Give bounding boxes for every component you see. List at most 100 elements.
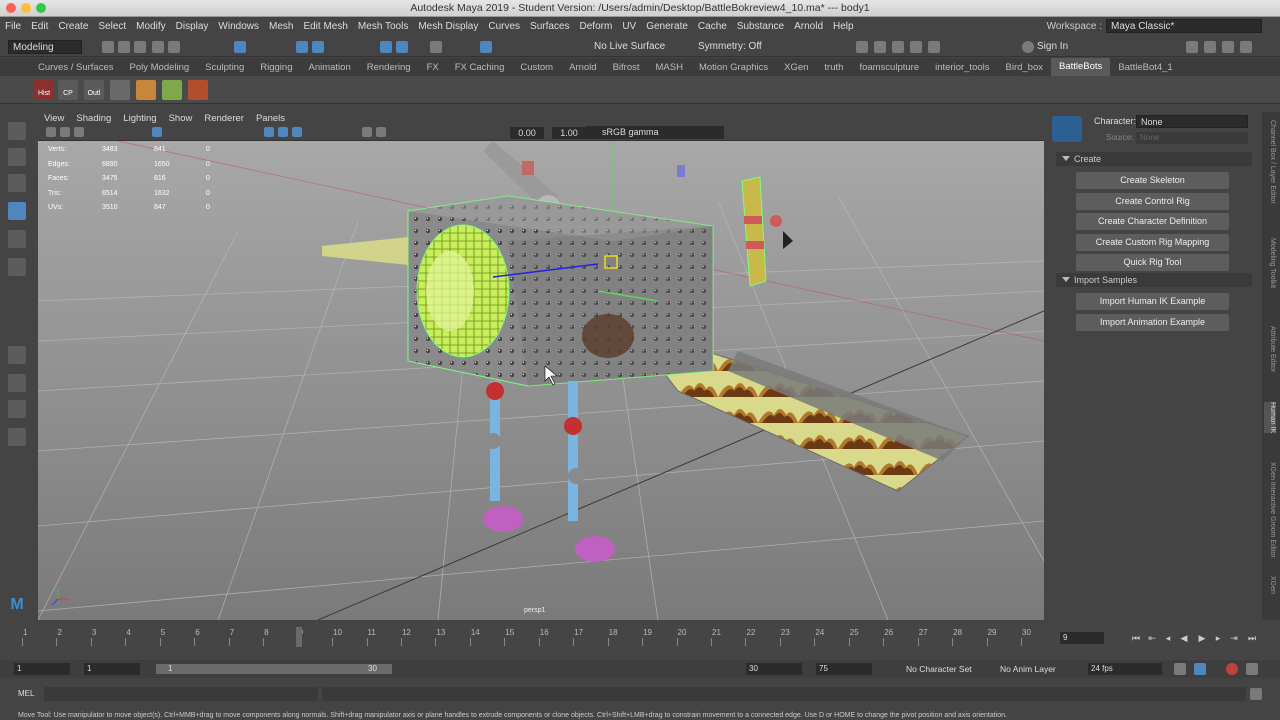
redo-icon[interactable] xyxy=(168,41,180,53)
component-shelf-icon[interactable]: CP xyxy=(58,80,78,100)
end-time-field[interactable]: 75 xyxy=(816,663,872,675)
history-shelf-icon[interactable]: Hist xyxy=(34,80,54,100)
shelf-tab-poly-modeling[interactable]: Poly Modeling xyxy=(122,62,198,73)
step-forward-frame-button[interactable]: ▸ xyxy=(1212,632,1224,644)
create-custom-rig-mapping-button[interactable]: Create Custom Rig Mapping xyxy=(1076,233,1229,251)
bookmark-icon[interactable] xyxy=(74,127,84,137)
tool-settings-icon[interactable] xyxy=(1240,41,1252,53)
symmetry-label[interactable]: Symmetry: Off xyxy=(698,41,762,52)
lasso-tool-icon[interactable] xyxy=(8,148,26,166)
section-header-create[interactable]: Create xyxy=(1056,152,1252,166)
layout-single-icon[interactable] xyxy=(8,346,26,364)
script-editor-icon[interactable] xyxy=(1250,688,1262,700)
save-scene-icon[interactable] xyxy=(134,41,146,53)
scale-tool-icon[interactable] xyxy=(8,258,26,276)
menu-uv[interactable]: UV xyxy=(617,21,641,32)
menu-generate[interactable]: Generate xyxy=(641,21,693,32)
shelf-tab-sculpting[interactable]: Sculpting xyxy=(197,62,252,73)
xray-icon[interactable] xyxy=(376,127,386,137)
viewport-menu-show[interactable]: Show xyxy=(169,112,193,125)
menu-edit[interactable]: Edit xyxy=(26,21,53,32)
exposure-field[interactable]: 0.00 xyxy=(510,127,544,139)
anim-layer-menu[interactable]: No Anim Layer xyxy=(1000,664,1056,674)
shelf-tab-rigging[interactable]: Rigging xyxy=(252,62,300,73)
go-to-end-button[interactable]: ⏭ xyxy=(1246,632,1258,644)
menu-file[interactable]: File xyxy=(0,21,26,32)
isolate-select-icon[interactable] xyxy=(362,127,372,137)
viewport-menu-renderer[interactable]: Renderer xyxy=(204,112,244,125)
play-backwards-button[interactable]: ◀ xyxy=(1178,632,1190,644)
character-set-menu[interactable]: No Character Set xyxy=(906,664,972,674)
menu-mesh[interactable]: Mesh xyxy=(264,21,298,32)
shelf-tab-custom[interactable]: Custom xyxy=(512,62,561,73)
quick-rig-tool-button[interactable]: Quick Rig Tool xyxy=(1076,254,1229,271)
shelf-tab-rendering[interactable]: Rendering xyxy=(359,62,419,73)
menu-modify[interactable]: Modify xyxy=(131,21,170,32)
make-live-icon[interactable] xyxy=(480,41,492,53)
go-to-start-button[interactable]: ⏮ xyxy=(1130,632,1142,644)
new-scene-icon[interactable] xyxy=(102,41,114,53)
menu-help[interactable]: Help xyxy=(828,21,859,32)
menu-mesh-tools[interactable]: Mesh Tools xyxy=(353,21,413,32)
menu-arnold[interactable]: Arnold xyxy=(789,21,828,32)
render-view-icon[interactable] xyxy=(856,41,868,53)
current-frame-field[interactable]: 9 xyxy=(1060,632,1104,644)
render-settings-icon[interactable] xyxy=(910,41,922,53)
channel-box-icon[interactable] xyxy=(1204,41,1216,53)
hand-shelf-icon[interactable] xyxy=(136,80,156,100)
playback-end-field[interactable]: 30 xyxy=(746,663,802,675)
current-time-marker[interactable] xyxy=(296,627,302,647)
create-character-definition-button[interactable]: Create Character Definition xyxy=(1076,213,1229,230)
live-surface-label[interactable]: No Live Surface xyxy=(594,41,665,52)
select-by-hierarchy-icon[interactable] xyxy=(234,41,246,53)
camera-select-icon[interactable] xyxy=(46,127,56,137)
fps-dropdown[interactable]: 24 fps xyxy=(1088,663,1162,675)
ipr-render-icon[interactable] xyxy=(892,41,904,53)
viewport[interactable]: Verts: 3483 841 0 Edges: 6890 1650 0 Faces: 3475 8… xyxy=(38,141,1044,620)
shelf-tab-bifrost[interactable]: Bifrost xyxy=(605,62,648,73)
outliner-layout-icon[interactable] xyxy=(8,428,26,446)
menu-surfaces[interactable]: Surfaces xyxy=(525,21,574,32)
shelf-tab-battlebot4-1[interactable]: BattleBot4_1 xyxy=(1110,62,1180,73)
side-tab-modeling-toolkit[interactable]: Modeling Toolkit xyxy=(1264,238,1276,288)
character-dropdown[interactable]: None xyxy=(1136,115,1248,128)
attribute-editor-icon[interactable] xyxy=(1222,41,1234,53)
step-forward-key-button[interactable]: ⇥ xyxy=(1228,632,1240,644)
script-language-label[interactable]: MEL xyxy=(18,689,34,698)
viewport-menu-lighting[interactable]: Lighting xyxy=(123,112,156,125)
import-animation-example-button[interactable]: Import Animation Example xyxy=(1076,313,1229,331)
select-by-object-icon[interactable] xyxy=(296,41,308,53)
select-by-component-icon[interactable] xyxy=(312,41,324,53)
gamma-field[interactable]: 1.00 xyxy=(552,127,586,139)
source-dropdown[interactable]: None xyxy=(1136,132,1248,144)
viewport-menu-view[interactable]: View xyxy=(44,112,64,125)
menu-windows[interactable]: Windows xyxy=(213,21,264,32)
shelf-tab-truth[interactable]: truth xyxy=(816,62,851,73)
command-input[interactable] xyxy=(44,687,318,701)
shelf-tab-battlebots[interactable]: BattleBots xyxy=(1051,58,1111,76)
shelf-tab-fx-caching[interactable]: FX Caching xyxy=(447,62,513,73)
side-tab-attribute-editor[interactable]: Attribute Editor xyxy=(1264,326,1276,372)
window-controls[interactable] xyxy=(6,3,46,13)
workspace-selector[interactable]: Workspace : Maya Classic* xyxy=(1047,19,1262,33)
loop-icon[interactable] xyxy=(1174,663,1186,675)
create-control-rig-button[interactable]: Create Control Rig xyxy=(1076,192,1229,210)
playback-start-field[interactable]: 1 xyxy=(84,663,140,675)
shelf-tab-animation[interactable]: Animation xyxy=(300,62,358,73)
modeling-toolkit-icon[interactable] xyxy=(1186,41,1198,53)
shelf-tab-interior-tools[interactable]: interior_tools xyxy=(927,62,997,73)
side-tab-channel-box-layer-editor[interactable]: Channel Box / Layer Editor xyxy=(1264,120,1276,204)
side-tab-xgen-interactive-groom-editor[interactable]: XGen Interactive Groom Editor xyxy=(1264,462,1276,558)
shelf-tab-curves-surfaces[interactable]: Curves / Surfaces xyxy=(30,62,122,73)
anim-prefs-icon[interactable] xyxy=(1246,663,1258,675)
shelf-tab-bird-box[interactable]: Bird_box xyxy=(998,62,1052,73)
menu-select[interactable]: Select xyxy=(93,21,131,32)
play-forwards-button[interactable]: ▶ xyxy=(1196,632,1208,644)
start-time-field[interactable]: 1 xyxy=(14,663,70,675)
auto-key-icon[interactable] xyxy=(1226,663,1238,675)
smooth-shade-icon[interactable] xyxy=(264,127,274,137)
grid-shelf-icon[interactable] xyxy=(110,80,130,100)
color-space-dropdown[interactable]: sRGB gamma xyxy=(586,126,724,139)
shelf-tab-mash[interactable]: MASH xyxy=(648,62,691,73)
menu-create[interactable]: Create xyxy=(53,21,93,32)
